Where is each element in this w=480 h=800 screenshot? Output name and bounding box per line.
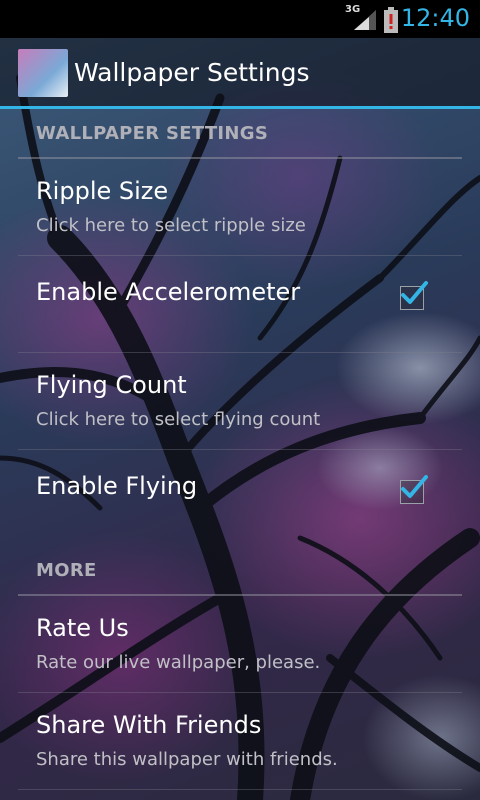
- pref-summary: Rate our live wallpaper, please.: [36, 652, 321, 673]
- pref-share-with-friends[interactable]: Share With Friends Share this wallpaper …: [18, 693, 462, 790]
- pref-summary: Share this wallpaper with friends.: [36, 749, 338, 770]
- pref-rate-us[interactable]: Rate Us Rate our live wallpaper, please.: [18, 596, 462, 693]
- pref-title: Ripple Size: [36, 177, 169, 205]
- pref-title: Enable Flying: [36, 472, 198, 500]
- pref-ripple-size[interactable]: Ripple Size Click here to select ripple …: [18, 159, 462, 256]
- pref-title: Rate Us: [36, 614, 129, 642]
- pref-flying-count[interactable]: Flying Count Click here to select flying…: [18, 353, 462, 450]
- section-header-label: MORE: [36, 560, 97, 581]
- pref-title: Enable Accelerometer: [36, 278, 301, 306]
- status-bar: 3G 12:40: [0, 0, 480, 38]
- status-time: 12:40: [400, 4, 470, 32]
- pref-enable-flying[interactable]: Enable Flying: [18, 450, 462, 546]
- pref-title: Share With Friends: [36, 711, 262, 739]
- page-title: Wallpaper Settings: [74, 58, 310, 87]
- preferences-list: WALLPAPER SETTINGS Ripple Size Click her…: [0, 109, 480, 790]
- pref-summary: Click here to select ripple size: [36, 215, 306, 236]
- battery-alert-icon: [384, 7, 398, 33]
- action-bar: Wallpaper Settings: [0, 38, 480, 109]
- pref-enable-accelerometer[interactable]: Enable Accelerometer: [18, 256, 462, 353]
- pref-summary: Click here to select flying count: [36, 409, 321, 430]
- flying-checkbox[interactable]: [400, 475, 428, 504]
- pref-title: Flying Count: [36, 371, 187, 399]
- wallpaper-thumbnail-icon[interactable]: [18, 49, 68, 97]
- signal-icon: [354, 10, 376, 30]
- section-header-wallpaper-settings: WALLPAPER SETTINGS: [18, 109, 462, 159]
- check-icon: [401, 475, 428, 498]
- section-header-more: MORE: [18, 546, 462, 596]
- check-icon: [401, 281, 428, 304]
- section-header-label: WALLPAPER SETTINGS: [36, 123, 269, 144]
- accelerometer-checkbox[interactable]: [400, 281, 428, 310]
